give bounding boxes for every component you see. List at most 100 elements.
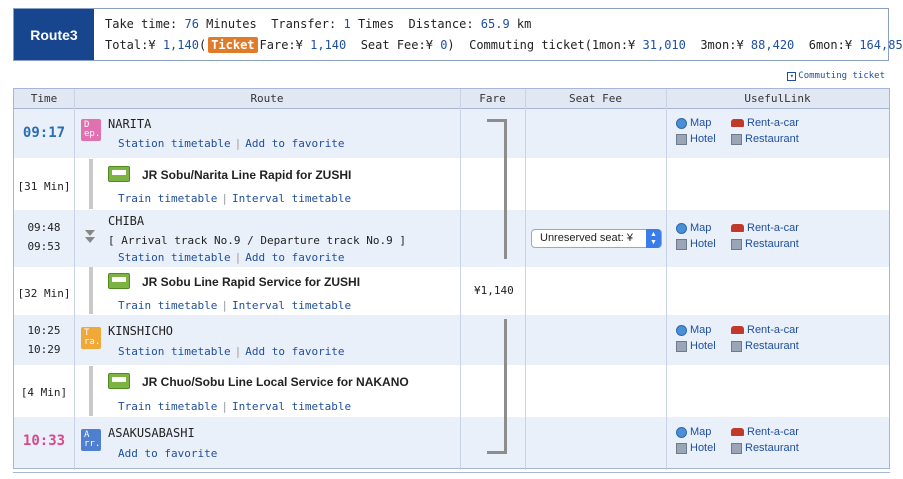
train-icon (108, 273, 130, 289)
track-info: [ Arrival track No.9 / Departure track N… (108, 234, 407, 247)
add-to-favorite-link[interactable]: Add to favorite (245, 345, 344, 358)
select-arrow-icon: ▲ ▼ (646, 229, 661, 248)
train-timetable-link[interactable]: Train timetable (118, 400, 217, 413)
restaurant-icon (731, 442, 742, 454)
train-line-bar (89, 159, 93, 209)
total-value: 1,140 (162, 38, 199, 52)
map-link[interactable]: Map (676, 117, 711, 129)
restaurant-link[interactable]: Restaurant (731, 238, 799, 250)
departure-time: 09:53 (27, 240, 61, 253)
restaurant-icon (731, 133, 742, 145)
hotel-icon (676, 238, 687, 250)
hotel-link[interactable]: Hotel (676, 133, 716, 145)
train-name[interactable]: JR Sobu/Narita Line Rapid for ZUSHI (142, 168, 351, 182)
header-seat-fee: Seat Fee (569, 92, 622, 105)
arrival-badge: Arr. (81, 429, 101, 451)
rent-a-car-link[interactable]: Rent-a-car (731, 222, 799, 234)
hotel-icon (676, 340, 687, 352)
commuting-ticket-link[interactable]: ▾ Commuting ticket (787, 71, 885, 81)
summary-line-2: Total:¥ 1,140(Ticket Fare:¥ 1,140 Seat Fe… (105, 37, 903, 53)
map-link[interactable]: Map (676, 222, 711, 234)
rent-a-car-link[interactable]: Rent-a-car (731, 324, 799, 336)
transfer-value: 1 (343, 17, 351, 31)
train-duration: [32 Min] (17, 287, 71, 300)
add-to-favorite-link[interactable]: Add to favorite (245, 137, 344, 150)
restaurant-link[interactable]: Restaurant (731, 340, 799, 352)
car-icon (731, 119, 744, 127)
interval-timetable-link[interactable]: Interval timetable (232, 400, 351, 413)
column-divider (666, 89, 667, 470)
train-timetable-link[interactable]: Train timetable (118, 192, 217, 205)
train-name[interactable]: JR Sobu Line Rapid Service for ZUSHI (142, 275, 360, 289)
header-route: Route (250, 92, 284, 105)
header-fare: Fare (479, 92, 506, 105)
station-timetable-link[interactable]: Station timetable (118, 345, 231, 358)
interval-timetable-link[interactable]: Interval timetable (232, 299, 351, 312)
station-name[interactable]: NARITA (108, 117, 151, 131)
station-links: Station timetable | Add to favorite (118, 251, 345, 264)
time-cell: [4 Min] (14, 383, 74, 402)
car-icon (731, 224, 744, 232)
station-name[interactable]: ASAKUSABASHI (108, 426, 195, 440)
restaurant-icon (731, 340, 742, 352)
restaurant-link[interactable]: Restaurant (731, 442, 799, 454)
time-cell: [32 Min] (14, 284, 74, 303)
globe-icon (676, 222, 687, 234)
station-links: Station timetable | Add to favorite (118, 345, 345, 358)
station-links: Add to favorite (118, 447, 217, 460)
hotel-link[interactable]: Hotel (676, 340, 716, 352)
hotel-link[interactable]: Hotel (676, 238, 716, 250)
arrival-time: 09:48 (27, 221, 61, 234)
station-timetable-link[interactable]: Station timetable (118, 251, 231, 264)
globe-icon (676, 426, 687, 438)
map-link[interactable]: Map (676, 324, 711, 336)
time-cell: 10:25 10:29 (14, 321, 74, 359)
fare-value: 1,140 (310, 38, 347, 52)
station-name[interactable]: KINSHICHO (108, 324, 173, 338)
column-divider (525, 89, 526, 470)
station-name[interactable]: CHIBA (108, 214, 144, 228)
distance-value: 65.9 (480, 17, 510, 31)
train-duration: [4 Min] (20, 386, 68, 399)
fare-bracket-line (504, 129, 507, 259)
map-link[interactable]: Map (676, 426, 711, 438)
train-timetable-link[interactable]: Train timetable (118, 299, 217, 312)
fare-bracket-bottom (487, 444, 507, 454)
train-links: Train timetable | Interval timetable (118, 192, 352, 205)
car-icon (731, 428, 744, 436)
rent-a-car-link[interactable]: Rent-a-car (731, 117, 799, 129)
summary-line-1: Take time: 76 Minutes Transfer: 1 Times … (105, 17, 532, 31)
add-to-favorite-link[interactable]: Add to favorite (118, 447, 217, 460)
rent-a-car-link[interactable]: Rent-a-car (731, 426, 799, 438)
add-to-favorite-link[interactable]: Add to favorite (245, 251, 344, 264)
down-arrow-icon (85, 230, 95, 236)
interval-timetable-link[interactable]: Interval timetable (232, 192, 351, 205)
ticket-button[interactable]: Ticket (208, 37, 258, 53)
column-divider (74, 89, 75, 470)
time-cell: 09:48 09:53 (14, 218, 74, 256)
arrival-time: 10:25 (27, 324, 61, 337)
hotel-icon (676, 442, 687, 454)
header-useful-link: UsefulLink (744, 92, 811, 105)
station-links: Station timetable | Add to favorite (118, 137, 345, 150)
departure-time: 10:29 (27, 343, 61, 356)
fare-bracket-line (504, 319, 507, 449)
down-arrow-icon (85, 237, 95, 243)
train-links: Train timetable | Interval timetable (118, 299, 352, 312)
train-icon (108, 166, 130, 182)
fare-bracket-top (487, 119, 507, 129)
train-icon (108, 373, 130, 389)
train-links: Train timetable | Interval timetable (118, 400, 352, 413)
restaurant-link[interactable]: Restaurant (731, 133, 799, 145)
globe-icon (676, 324, 687, 336)
hotel-link[interactable]: Hotel (676, 442, 716, 454)
arrival-time: 10:33 (22, 433, 66, 449)
train-duration: [31 Min] (17, 180, 71, 193)
route-label: Route3 (14, 9, 94, 60)
seat-type-select[interactable]: Unreserved seat: ¥ ▲ ▼ (531, 229, 662, 248)
table-header: Time Route Fare Seat Fee UsefulLink (14, 89, 889, 109)
train-name[interactable]: JR Chuo/Sobu Line Local Service for NAKA… (142, 375, 409, 389)
commuting-1mon-value: 31,010 (642, 38, 686, 52)
station-timetable-link[interactable]: Station timetable (118, 137, 231, 150)
commuting-6mon-value: 164,850 (859, 38, 903, 52)
